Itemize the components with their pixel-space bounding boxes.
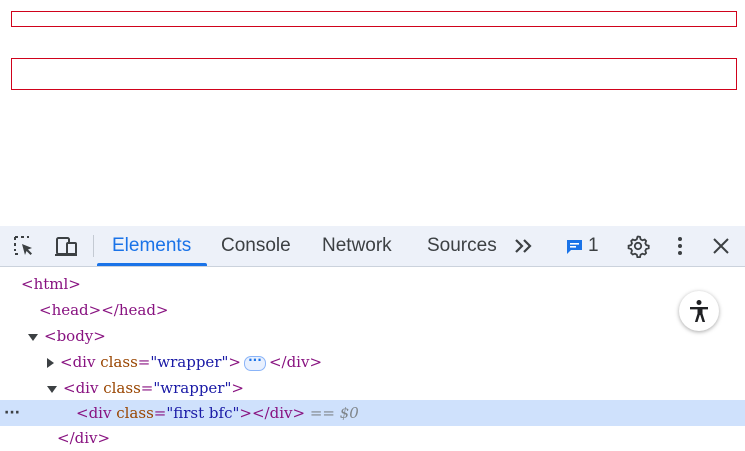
tree-node-first-bfc-selected[interactable]: ··· <div class="first bfc"></div> == $0 [0, 400, 745, 426]
device-toolbar-icon[interactable] [52, 226, 80, 266]
devtools-toolbar: Elements Console Network Sources 1 [0, 226, 745, 267]
row-more-options-icon[interactable]: ··· [4, 400, 20, 426]
toolbar-separator [93, 235, 94, 257]
tree-node-wrapper-collapsed[interactable]: <div class="wrapper"> ··· </div> [0, 349, 745, 375]
active-tab-indicator [97, 263, 207, 266]
wrapper-box-1 [11, 11, 737, 27]
settings-icon[interactable] [624, 226, 652, 266]
wrapper-box-2 [11, 58, 737, 90]
more-tabs-icon[interactable] [512, 226, 536, 266]
devtools-panel: Elements Console Network Sources 1 <html… [0, 226, 745, 447]
issues-icon [567, 239, 582, 254]
tree-node-body[interactable]: <body> [0, 323, 745, 349]
expand-down-icon[interactable] [28, 333, 38, 341]
tab-sources[interactable]: Sources [427, 226, 497, 266]
issues-counter[interactable]: 1 [566, 226, 599, 266]
tree-node-head[interactable]: <head></head> [0, 297, 745, 323]
body-open-tag: <body> [44, 327, 106, 345]
expand-down-icon[interactable] [47, 385, 57, 393]
accessibility-icon[interactable] [679, 291, 719, 331]
inspect-element-icon[interactable] [10, 226, 38, 266]
dom-tree: <html> <head></head> <body> <div class="… [0, 267, 745, 447]
tree-node-html[interactable]: <html> [0, 271, 745, 297]
tab-elements[interactable]: Elements [112, 226, 191, 266]
tree-node-close-div[interactable]: </div> [0, 425, 745, 451]
html-open-tag: <html> [21, 275, 81, 293]
close-icon[interactable] [709, 226, 733, 266]
tab-console[interactable]: Console [221, 226, 291, 266]
head-tag: <head></head> [39, 301, 169, 319]
collapsed-children-ellipsis-icon[interactable]: ··· [243, 354, 266, 371]
tree-node-wrapper-expanded[interactable]: <div class="wrapper"> [0, 375, 745, 401]
tab-network[interactable]: Network [322, 226, 392, 266]
more-options-icon[interactable] [670, 226, 690, 266]
selected-node-indicator: == $0 [309, 404, 359, 422]
expand-right-icon[interactable] [47, 358, 54, 368]
issues-count: 1 [588, 235, 599, 256]
page-viewport [0, 0, 745, 226]
